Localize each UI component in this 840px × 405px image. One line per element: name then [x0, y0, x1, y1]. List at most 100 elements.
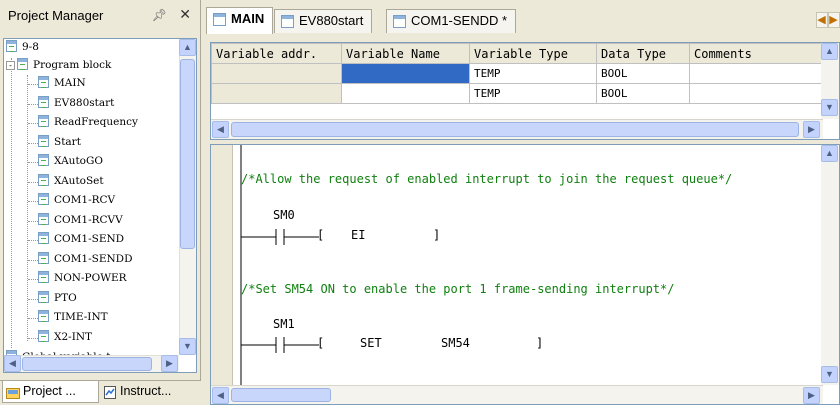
tab-label: Project ... — [23, 384, 76, 398]
tree-node-program[interactable]: ReadFrequency — [38, 114, 138, 131]
scroll-up-icon[interactable]: ▲ — [179, 39, 196, 56]
data-type-cell[interactable]: BOOL — [596, 63, 690, 84]
scroll-right-icon[interactable]: ▶ — [803, 121, 820, 138]
scroll-thumb[interactable] — [22, 357, 152, 371]
tree-label: COM1-RCV — [54, 194, 116, 206]
instruction-icon — [103, 385, 117, 399]
scroll-down-icon[interactable]: ▼ — [179, 338, 196, 355]
table-horizontal-scrollbar[interactable]: ◀ ▶ — [211, 119, 823, 139]
ladder-editor[interactable]: /*Allow the request of enabled interrupt… — [210, 144, 840, 405]
program-icon — [38, 310, 49, 322]
program-icon — [38, 76, 49, 88]
scroll-left-icon[interactable]: ◀ — [4, 355, 21, 372]
tree-node-program[interactable]: COM1-SEND — [38, 231, 124, 248]
column-header[interactable]: Comments — [689, 43, 830, 64]
scroll-left-icon[interactable]: ◀ — [212, 387, 229, 404]
tree-node-program[interactable]: MAIN — [38, 75, 86, 92]
tab-instruction[interactable]: Instruct... — [100, 381, 197, 403]
tree-node-program[interactable]: NON-POWER — [38, 270, 127, 287]
scroll-thumb[interactable] — [180, 59, 195, 249]
project-manager-title: Project Manager — [8, 8, 104, 23]
scroll-up-icon[interactable]: ▲ — [821, 145, 838, 162]
column-header[interactable]: Variable Name — [341, 43, 470, 64]
tree-node-program[interactable]: COM1-RCVV — [38, 212, 123, 229]
tree-label: 9-8 — [22, 41, 39, 53]
ladder-horizontal-scrollbar[interactable]: ◀ ▶ — [211, 385, 823, 404]
tree-node-program[interactable]: XAutoGO — [38, 153, 103, 170]
close-icon[interactable]: ✕ — [179, 6, 191, 23]
table-vertical-scrollbar[interactable]: ▲ ▼ — [821, 43, 839, 119]
tree-node-program[interactable]: X2-INT — [38, 329, 92, 346]
ladder-vertical-scrollbar[interactable]: ▲ ▼ — [821, 145, 839, 385]
tree-label: XAutoGO — [54, 155, 103, 167]
table-row[interactable]: TEMP BOOL — [211, 83, 830, 104]
instruction-name[interactable]: EI — [351, 228, 365, 242]
contact-address[interactable]: SM1 — [273, 317, 295, 331]
tree-connector — [11, 58, 12, 348]
scroll-left-icon[interactable]: ◀ — [212, 121, 229, 138]
tree-node-program[interactable]: COM1-SENDD — [38, 251, 133, 268]
network-comment[interactable]: /*Set SM54 ON to enable the port 1 frame… — [241, 282, 674, 296]
tree-node-program[interactable]: PTO — [38, 290, 77, 307]
tab-project[interactable]: Project ... — [2, 381, 99, 403]
project-root-icon — [6, 40, 17, 52]
column-header[interactable]: Data Type — [596, 43, 690, 64]
tree-horizontal-scrollbar[interactable]: ◀ ▶ — [4, 355, 179, 372]
instruction-operand[interactable]: SM54 — [441, 336, 470, 350]
instruction-bracket-close: ] — [433, 228, 441, 242]
editor-tabbar: MAIN EV880start COM1-SENDD * ◀ ▶ — [204, 0, 840, 38]
comments-cell[interactable] — [689, 63, 830, 84]
program-icon — [38, 329, 49, 342]
variable-name-cell[interactable] — [341, 63, 470, 84]
scroll-thumb[interactable] — [231, 388, 331, 402]
scroll-thumb[interactable] — [231, 122, 799, 137]
tab-next-icon[interactable]: ▶ — [828, 12, 840, 28]
variable-name-cell[interactable] — [341, 83, 470, 104]
variable-addr-cell[interactable] — [211, 83, 342, 104]
tree-node-root[interactable]: 9-8 — [6, 39, 39, 56]
tree-connector — [28, 84, 38, 85]
tree-node-program[interactable]: EV880start — [38, 95, 114, 112]
tab-label: EV880start — [299, 13, 364, 28]
tree-node-program[interactable]: XAutoSet — [38, 173, 104, 190]
variable-type-cell[interactable]: TEMP — [469, 83, 597, 104]
tree-label: Start — [54, 135, 81, 148]
tab-com1-sendd[interactable]: COM1-SENDD * — [386, 9, 517, 33]
program-icon — [38, 251, 49, 264]
tab-label: COM1-SENDD * — [411, 13, 508, 28]
project-icon — [6, 385, 20, 399]
program-icon — [38, 134, 49, 147]
variable-addr-cell[interactable] — [211, 63, 342, 84]
expand-minus-icon[interactable]: - — [6, 60, 15, 70]
tree-connector — [28, 162, 38, 163]
column-header[interactable]: Variable addr. — [211, 43, 342, 64]
tab-ev880start[interactable]: EV880start — [274, 9, 373, 33]
table-header-row: Variable addr. Variable Name Variable Ty… — [211, 43, 830, 64]
program-icon — [281, 15, 294, 28]
tree-node-program[interactable]: TIME-INT — [38, 309, 108, 326]
scroll-up-icon[interactable]: ▲ — [821, 43, 838, 60]
project-manager-titlebar: Project Manager 📌︎ ✕ — [0, 0, 201, 30]
scroll-down-icon[interactable]: ▼ — [821, 366, 838, 383]
tab-main[interactable]: MAIN — [206, 7, 274, 34]
scroll-down-icon[interactable]: ▼ — [821, 99, 838, 116]
column-header[interactable]: Variable Type — [469, 43, 597, 64]
instruction-name[interactable]: SET — [360, 336, 382, 350]
table-row[interactable]: TEMP BOOL — [211, 63, 830, 84]
scroll-right-icon[interactable]: ▶ — [161, 355, 178, 372]
tree-node-program-block[interactable]: - Program block — [6, 57, 111, 74]
tab-label: MAIN — [231, 11, 265, 26]
tree-node-program[interactable]: Start — [38, 134, 81, 151]
comments-cell[interactable] — [689, 83, 830, 104]
pin-icon[interactable]: 📌︎ — [152, 8, 167, 22]
tree-connector — [28, 318, 38, 319]
tab-prev-icon[interactable]: ◀ — [816, 12, 828, 28]
network-comment[interactable]: /*Allow the request of enabled interrupt… — [241, 172, 732, 186]
variable-type-cell[interactable]: TEMP — [469, 63, 597, 84]
contact-address[interactable]: SM0 — [273, 208, 295, 222]
scroll-right-icon[interactable]: ▶ — [803, 387, 820, 404]
tree-label: PTO — [54, 291, 77, 304]
tree-vertical-scrollbar[interactable]: ▲ ▼ — [179, 39, 196, 355]
tree-node-program[interactable]: COM1-RCV — [38, 192, 115, 209]
data-type-cell[interactable]: BOOL — [596, 83, 690, 104]
